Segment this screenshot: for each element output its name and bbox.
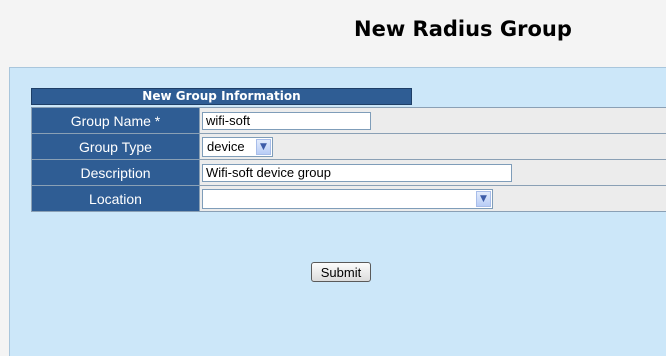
location-label: Location (31, 185, 200, 212)
chevron-down-icon[interactable]: ▼ (256, 138, 271, 155)
submit-button[interactable]: Submit (311, 262, 371, 282)
section-header: New Group Information (31, 88, 412, 105)
description-cell (199, 159, 666, 186)
chevron-down-icon[interactable]: ▼ (476, 190, 491, 207)
location-cell: ▼ (199, 185, 666, 212)
group-name-cell (199, 107, 666, 134)
location-select[interactable]: ▼ (202, 188, 493, 209)
form-row-group-type: Group Type device ▼ (31, 133, 666, 160)
group-type-value: device (207, 138, 245, 154)
group-name-label: Group Name * (31, 107, 200, 134)
content-panel: New Group Information Group Name * Group… (9, 67, 666, 356)
group-type-select[interactable]: device ▼ (202, 136, 273, 157)
group-form-table: Group Name * Group Type device ▼ Descrip… (31, 107, 666, 212)
description-label: Description (31, 159, 200, 186)
group-name-input[interactable] (202, 111, 371, 130)
form-row-description: Description (31, 159, 666, 186)
page-title: New Radius Group (354, 17, 572, 41)
form-row-group-name: Group Name * (31, 107, 666, 134)
group-type-cell: device ▼ (199, 133, 666, 160)
form-row-location: Location ▼ (31, 185, 666, 212)
description-input[interactable] (202, 163, 512, 182)
group-type-label: Group Type (31, 133, 200, 160)
